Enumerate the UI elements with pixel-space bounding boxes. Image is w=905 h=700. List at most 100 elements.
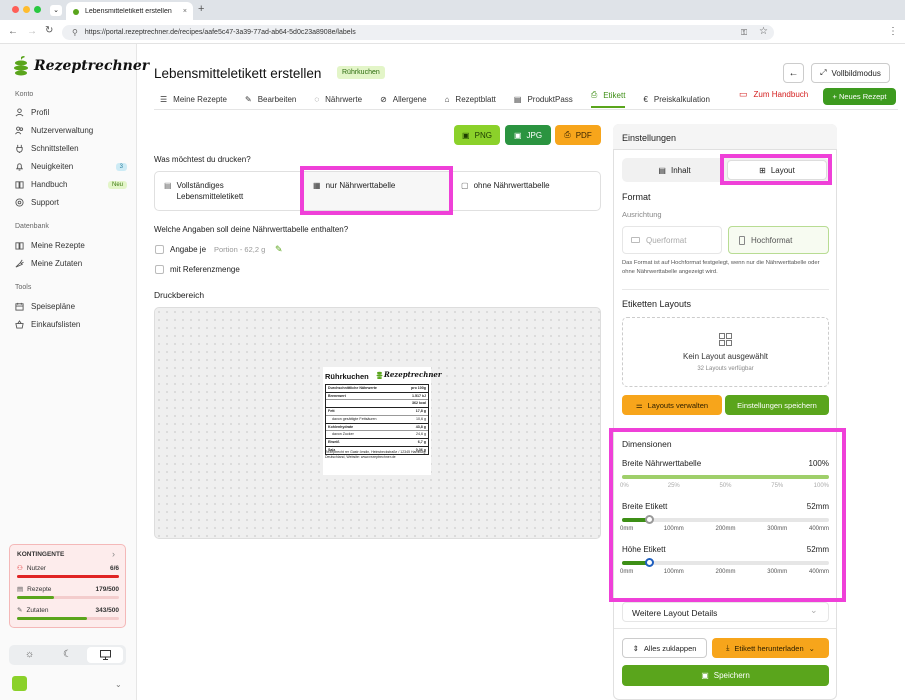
export-jpg-button[interactable]: ▣ JPG xyxy=(505,125,551,145)
back-icon[interactable]: ← xyxy=(8,26,18,37)
maximize-window-button[interactable] xyxy=(34,6,41,13)
handbuch-label: Zum Handbuch xyxy=(753,90,809,99)
logo[interactable]: Rezeptrechner xyxy=(12,55,149,77)
calendar-icon xyxy=(15,302,24,311)
nutrition-row: 362 kcal xyxy=(326,399,428,407)
sidebar-item-handbuch[interactable]: Handbuch Neu xyxy=(15,180,127,189)
save-label: Speichern xyxy=(713,671,750,680)
label-footer: Rezeptrecht rer Gastr ömdin, Heinsbeckst… xyxy=(325,450,427,459)
address-bar[interactable]: ⚲ https://portal.rezeptrechner.de/recipe… xyxy=(62,25,774,40)
reload-icon[interactable]: ↻ xyxy=(45,25,53,36)
sidebar-item-meine-rezepte[interactable]: Meine Rezepte xyxy=(15,241,127,250)
new-recipe-button[interactable]: + Neues Rezept xyxy=(823,88,896,105)
angabe-label: Angabe je xyxy=(170,245,207,254)
portion-text: Portion - 62,2 g xyxy=(214,245,266,254)
tab-label: Nährwerte xyxy=(325,94,363,104)
tab-label: Etikett xyxy=(603,90,626,100)
sidebar-item-schnittstellen[interactable]: Schnittstellen xyxy=(15,144,127,153)
back-button[interactable]: ← xyxy=(783,63,804,83)
angabe-checkbox[interactable] xyxy=(155,245,164,254)
tab-rezeptblatt[interactable]: ⌂ Rezeptblatt xyxy=(445,90,496,108)
nutrition-row: davon gesättigte Fettsäuren 10,6 g xyxy=(326,414,428,423)
manage-layouts-label: Layouts verwalten xyxy=(647,400,709,410)
download-label: Etikett herunterladen xyxy=(734,643,804,653)
bookmark-star-icon[interactable]: ☆ xyxy=(759,26,768,37)
save-settings-button[interactable]: Einstellungen speichern xyxy=(725,395,829,415)
label-recipe-name: Rührkuchen xyxy=(325,372,369,381)
quota-bar-track xyxy=(17,617,119,620)
nutrient-value: 17,8 g xyxy=(415,409,426,414)
tab-inhalt[interactable]: ▤ Inhalt xyxy=(624,160,725,180)
chevron-down-icon: ⌄ xyxy=(810,605,818,615)
key-icon[interactable]: ⚿ xyxy=(741,28,747,38)
browser-tab-title: Lebensmitteletikett erstellen xyxy=(85,7,172,15)
tab-preiskalkulation[interactable]: € Preiskalkulation xyxy=(643,90,709,108)
avatar[interactable] xyxy=(12,676,27,691)
save-button[interactable]: ▣ Speichern xyxy=(622,665,829,686)
tab-etikett[interactable]: ⎙ Etikett xyxy=(590,90,626,108)
details-question: Welche Angaben soll deine Nährwerttabell… xyxy=(154,225,349,234)
browser-menu-icon[interactable]: ⋮ xyxy=(888,26,898,37)
option-vollstaendig[interactable]: ▤ Vollständiges Lebensmitteletikett xyxy=(154,171,303,211)
nutrient-value: 6,7 g xyxy=(417,440,426,445)
kontingente-title: KONTINGENTE xyxy=(17,551,65,558)
format-title: Format xyxy=(622,192,651,202)
download-label-button[interactable]: ⤓ Etikett herunterladen ⌄ xyxy=(712,638,829,658)
quota-value: 179/500 xyxy=(95,585,120,593)
tab-bearbeiten[interactable]: ✎ Bearbeiten xyxy=(245,90,296,108)
quota-bar-fill xyxy=(17,575,119,578)
hochformat-option[interactable]: Hochformat xyxy=(728,226,829,254)
tab-list-chevron-icon[interactable]: ⌄ xyxy=(50,5,62,16)
option-ohne-naehrwerttabelle[interactable]: ▢ ohne Nährwerttabelle xyxy=(451,171,601,211)
ausrichtung-label: Ausrichtung xyxy=(622,210,662,219)
manage-layouts-button[interactable]: ⚌ Layouts verwalten xyxy=(622,395,722,415)
export-pdf-button[interactable]: ⎙ PDF xyxy=(555,125,601,145)
new-tab-button[interactable]: + xyxy=(198,3,204,15)
label-brand: Rezeptrechner xyxy=(384,370,442,379)
users-icon xyxy=(15,126,24,135)
forward-icon[interactable]: → xyxy=(27,26,37,37)
sidebar-item-neuigkeiten[interactable]: Neuigkeiten 3 xyxy=(15,162,127,171)
nutrient-value: 1.517 kJ xyxy=(412,393,426,398)
logo-apple-icon xyxy=(14,56,28,76)
tab-produktpass[interactable]: ▤ ProduktPass xyxy=(514,90,573,108)
sidebar-item-support[interactable]: Support xyxy=(15,198,127,207)
export-png-button[interactable]: ▣ PNG xyxy=(454,125,500,145)
sliders-icon: ⚌ xyxy=(635,400,643,410)
edit-pencil-icon[interactable]: ✎ xyxy=(275,244,283,255)
section-label-tools: Tools xyxy=(15,284,32,291)
handbuch-link[interactable]: ▭ Zum Handbuch xyxy=(739,89,808,100)
querformat-label: Querformat xyxy=(646,235,687,245)
sidebar-item-speiseplaene[interactable]: Speisepläne xyxy=(15,302,127,311)
save-icon: ▣ xyxy=(701,671,709,680)
sidebar-item-einkaufslisten[interactable]: Einkaufslisten xyxy=(15,320,127,329)
sidebar-item-profil[interactable]: Profil xyxy=(15,108,127,117)
tab-naehrwerte[interactable]: ◌ Nährwerte xyxy=(314,90,362,108)
account-chevron-down-icon[interactable]: ⌄ xyxy=(115,680,122,689)
browser-tab[interactable]: Lebensmitteletikett erstellen × xyxy=(66,2,193,20)
recipe-badge: Rührkuchen xyxy=(337,66,385,79)
minimize-window-button[interactable] xyxy=(23,6,30,13)
chevron-right-icon[interactable]: › xyxy=(112,549,115,559)
site-info-icon[interactable]: ⚲ xyxy=(72,28,78,37)
close-tab-icon[interactable]: × xyxy=(183,8,187,15)
list-icon: ☰ xyxy=(160,94,168,104)
download-icon: ⤓ xyxy=(726,643,730,652)
quota-row: ▤ Rezepte 179/500 xyxy=(17,585,120,594)
tab-allergene[interactable]: ⊘ Allergene xyxy=(380,90,427,108)
close-window-button[interactable] xyxy=(12,6,19,13)
euro-icon: € xyxy=(643,94,648,104)
fullscreen-button[interactable]: ⤢ Vollbildmodus xyxy=(811,63,890,83)
moon-icon[interactable]: ☾ xyxy=(63,649,72,660)
collapse-all-button[interactable]: ⇕ Alles zuklappen xyxy=(622,638,707,658)
landscape-icon xyxy=(631,237,640,243)
querformat-option[interactable]: Querformat xyxy=(622,226,722,254)
tab-label: Rezeptblatt xyxy=(455,94,496,104)
tab-inhalt-label: Inhalt xyxy=(670,165,691,175)
tab-meine-rezepte[interactable]: ☰ Meine Rezepte xyxy=(160,90,227,108)
quota-row: ⚇ Nutzer 6/6 xyxy=(17,564,119,573)
referenz-checkbox[interactable] xyxy=(155,265,164,274)
sidebar-item-meine-zutaten[interactable]: Meine Zutaten xyxy=(15,259,127,268)
sidebar-item-nutzerverwaltung[interactable]: Nutzerverwaltung xyxy=(15,126,127,135)
sun-icon[interactable]: ☼ xyxy=(25,649,34,660)
